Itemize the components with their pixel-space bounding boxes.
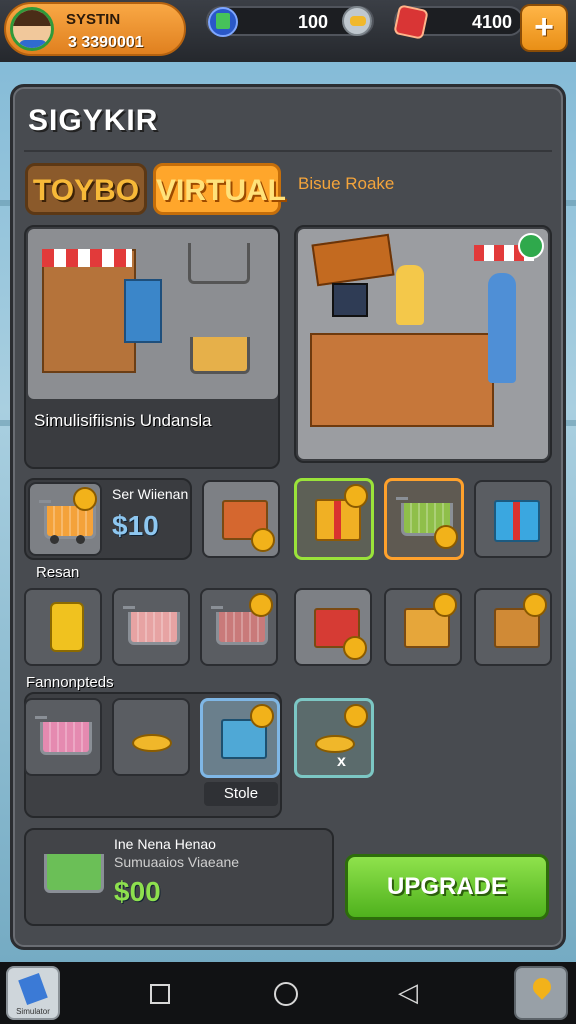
gold-coin-icon[interactable]	[342, 6, 372, 36]
circle-nav-icon[interactable]	[274, 982, 298, 1006]
cart-icon	[35, 716, 92, 755]
coin-badge	[73, 487, 97, 511]
cart-icon	[123, 606, 180, 645]
store-sign	[311, 233, 395, 287]
upgrade-button[interactable]: UPGRADE	[345, 854, 549, 920]
cart-tile-selected[interactable]	[384, 478, 464, 560]
offer-price: $00	[114, 876, 161, 907]
gift-icon	[494, 500, 540, 542]
scene-label: Simulisifiisnis Undansla	[34, 411, 212, 430]
box-tile[interactable]	[202, 480, 280, 558]
shop-item-title: Ser Wiienan	[112, 486, 189, 502]
shelf	[42, 249, 136, 373]
cash-value: 100	[297, 12, 328, 32]
cart-icon	[188, 243, 250, 284]
tab-hint: Bisue Roake	[298, 174, 395, 193]
gift-tile[interactable]	[294, 478, 374, 560]
counter	[310, 333, 494, 427]
shop-item-price: $10	[112, 510, 159, 541]
coin-badge	[251, 528, 275, 552]
cashier-card[interactable]	[294, 225, 552, 463]
simulation-card[interactable]: Simulisifiisnis Undansla	[24, 225, 280, 469]
offer-subtitle: Sumuaaios Viaeane	[114, 854, 240, 870]
jar-icon	[50, 602, 84, 652]
display-case	[124, 279, 162, 343]
gems-value: 4100	[471, 12, 512, 32]
coins-icon	[315, 735, 355, 753]
add-currency-button[interactable]: +	[520, 4, 568, 52]
back-nav-icon[interactable]: ◁	[398, 979, 418, 1005]
gift-tile[interactable]	[474, 480, 552, 558]
awning	[42, 249, 132, 267]
coin-badge	[343, 636, 367, 660]
jar-tile[interactable]	[24, 588, 102, 666]
title-divider	[24, 150, 552, 152]
store-scene-image	[28, 229, 278, 399]
tile-multiplier: x	[337, 753, 346, 770]
coins-tile[interactable]	[112, 698, 190, 776]
tab-virtual[interactable]: VIRTUAL	[153, 163, 286, 215]
coin-badge	[344, 704, 368, 728]
coins-tile[interactable]: x	[294, 698, 374, 778]
player-name: SYSTIN	[66, 11, 121, 28]
cart-icon	[36, 844, 106, 914]
map-icon	[529, 974, 555, 1000]
offer-card[interactable]: Ine Nena Henao Sumuaaios Viaeane $00	[24, 828, 334, 926]
app-shortcut[interactable]: Simulator	[6, 966, 60, 1020]
cashier-person	[396, 265, 424, 325]
basket-tile[interactable]	[384, 588, 462, 666]
coin-badge	[344, 484, 368, 508]
register-tile[interactable]	[294, 588, 372, 666]
coins-icon	[132, 734, 172, 752]
status-badge	[518, 233, 544, 259]
gem-icon	[393, 4, 429, 40]
shop-item-card[interactable]: Ser Wiienan $10	[24, 478, 192, 560]
coin-badge	[434, 525, 458, 549]
square-nav-icon[interactable]	[150, 984, 170, 1004]
cart-tile[interactable]	[200, 588, 278, 666]
wheel	[76, 535, 85, 544]
player-profile[interactable]: SYSTIN 3 3390001	[4, 2, 186, 56]
cart-tile[interactable]	[112, 588, 190, 666]
tab-toybo[interactable]: TOYBO	[25, 163, 147, 215]
cashier-scene-image	[298, 229, 548, 459]
coin-badge	[249, 593, 273, 617]
coin-badge	[523, 593, 547, 617]
panel-title: SIGYKIR	[28, 104, 159, 137]
store-tag: Stole	[204, 782, 278, 806]
section-label: Fannonpteds	[26, 674, 114, 691]
coin-badge	[250, 704, 274, 728]
crate-tile[interactable]	[474, 588, 552, 666]
cart-icon	[190, 337, 250, 374]
player-level: 3 3390001	[68, 34, 144, 51]
register-tile[interactable]	[200, 698, 280, 778]
cart-tile[interactable]	[24, 698, 102, 776]
section-label: Resan	[36, 564, 80, 581]
offer-title: Ine Nena Henao	[114, 836, 216, 852]
monitor	[332, 283, 368, 317]
cash-icon	[208, 7, 238, 37]
avatar	[10, 7, 54, 51]
coin-badge	[433, 593, 457, 617]
app-shortcut-label: Simulator	[16, 1007, 50, 1016]
customer-person	[488, 273, 516, 383]
map-button[interactable]	[514, 966, 568, 1020]
cart-icon	[39, 500, 96, 539]
cart-tile	[28, 482, 102, 556]
wheel	[50, 535, 59, 544]
app-icon	[18, 973, 48, 1005]
